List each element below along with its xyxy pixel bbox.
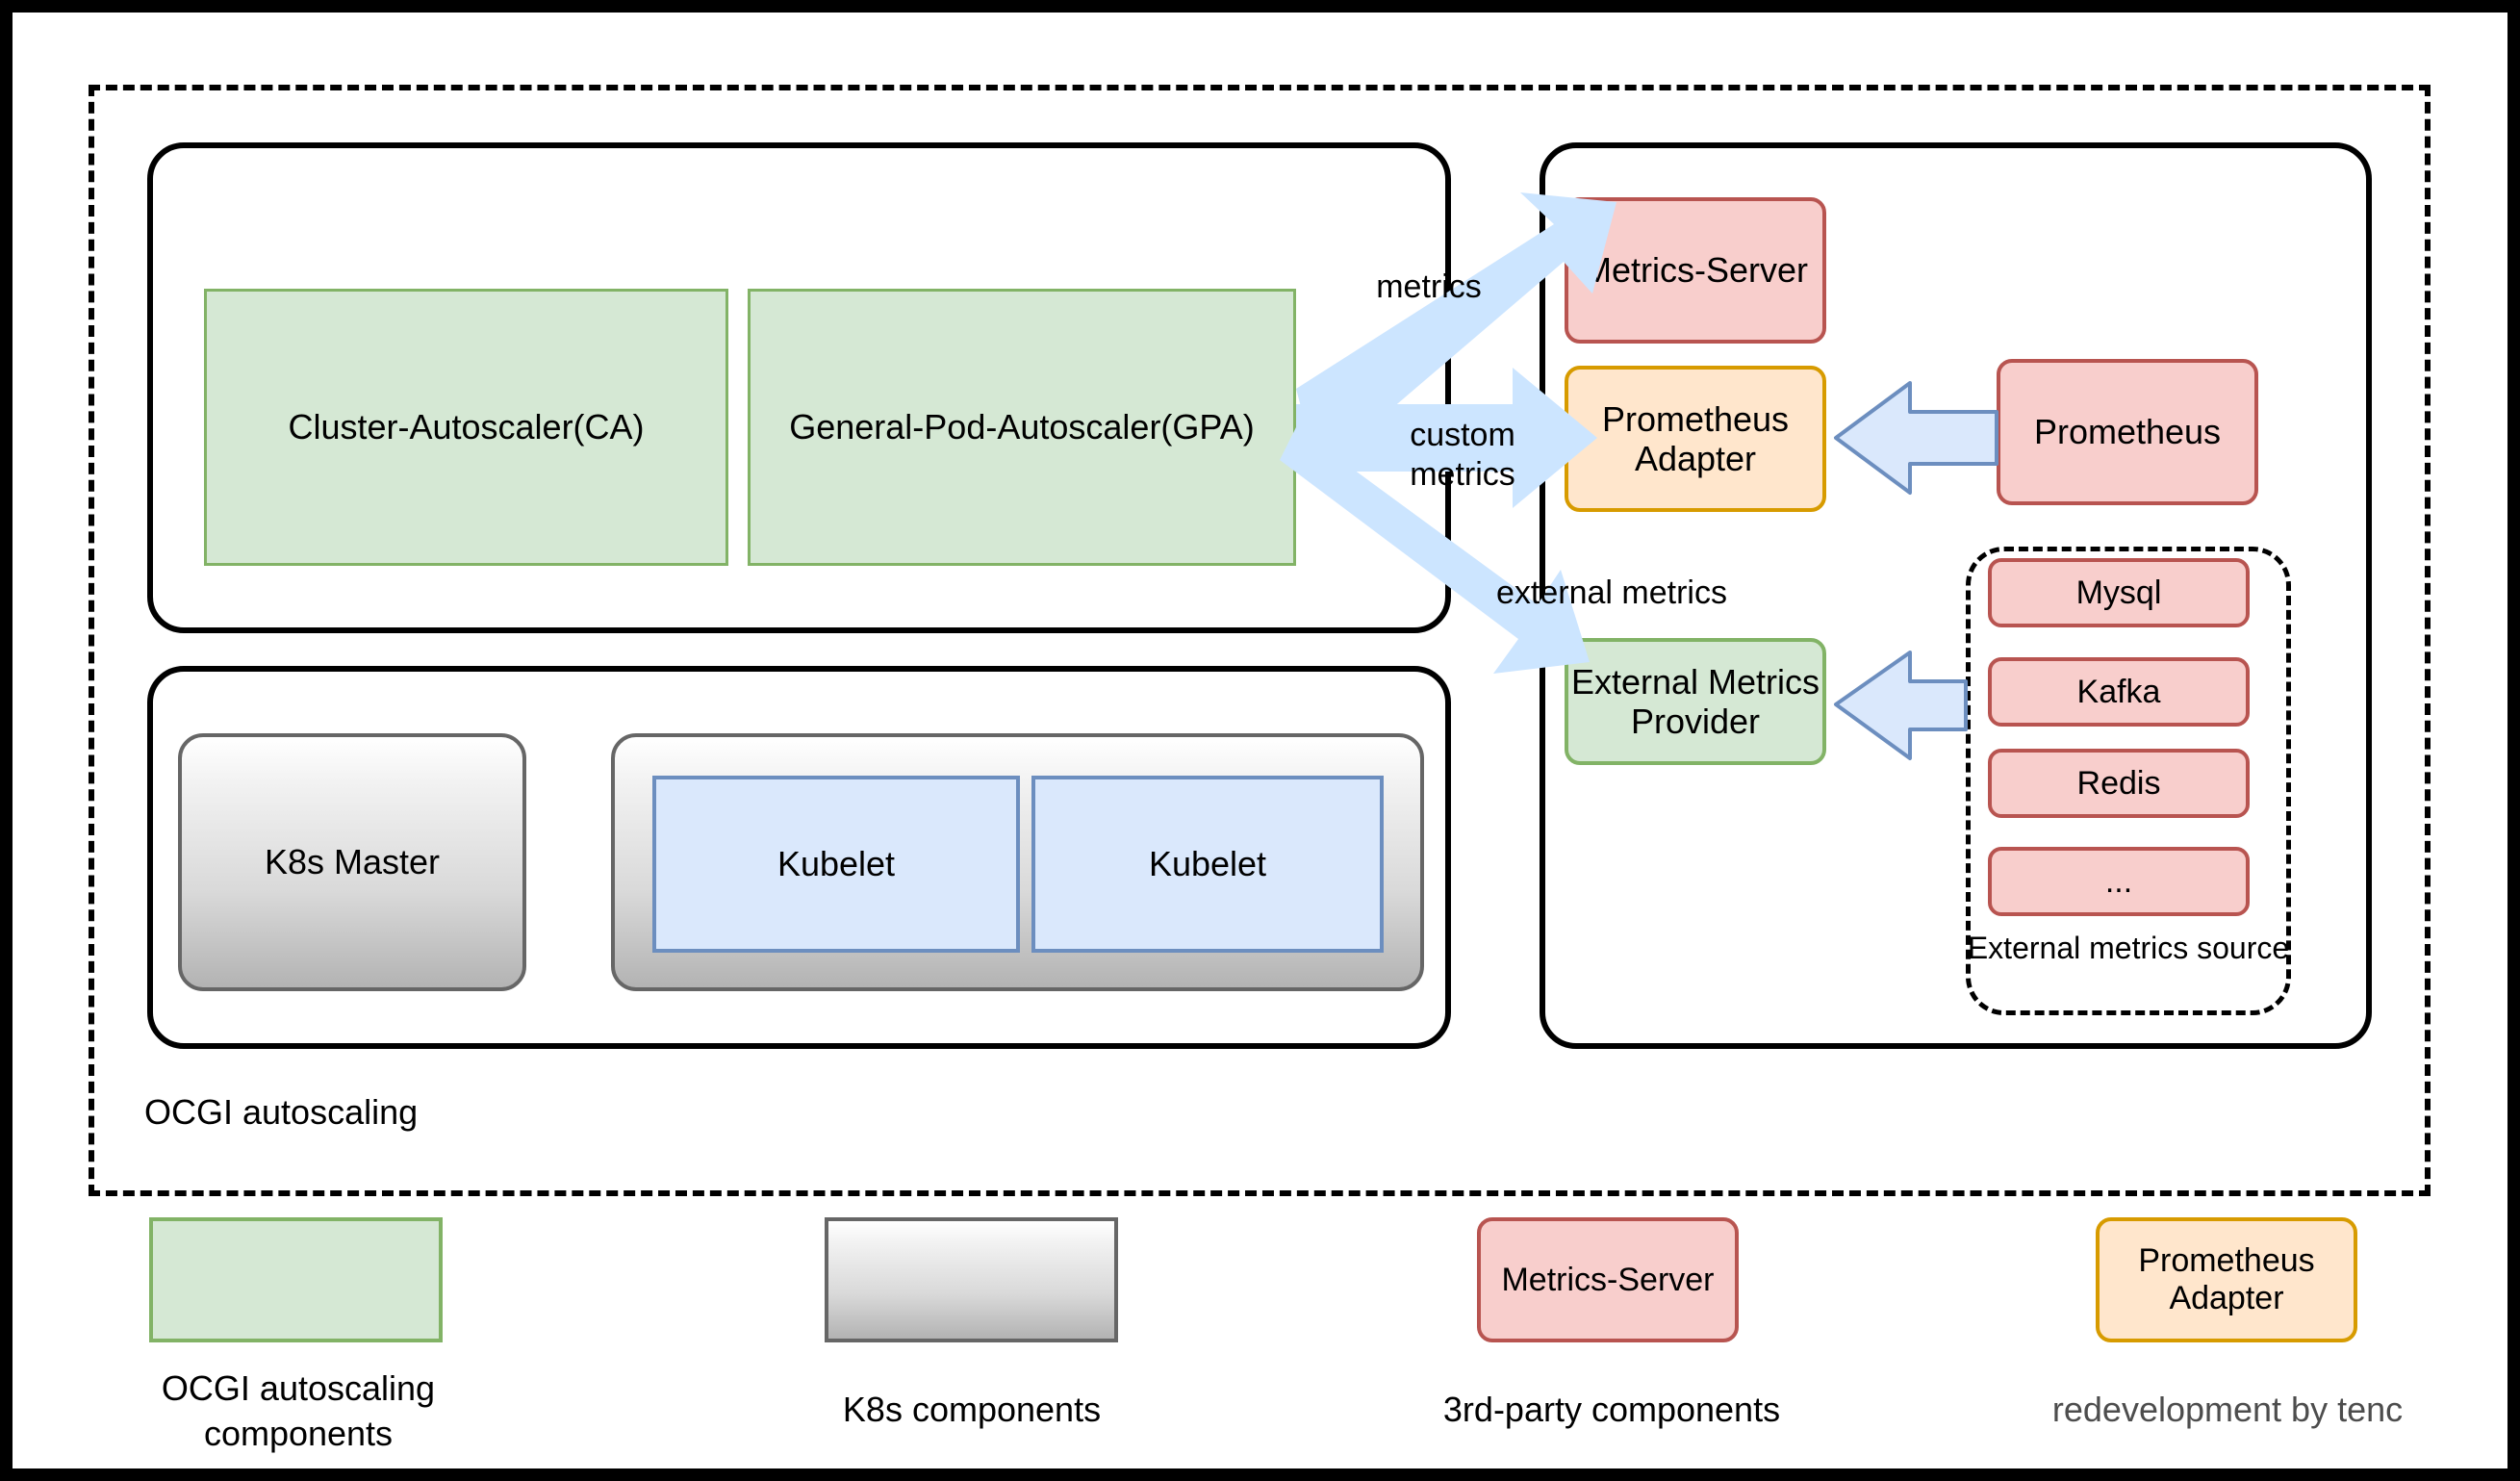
prometheus-adapter-label: Prometheus Adapter — [1601, 398, 1790, 478]
edge-label-custom-metrics: custom metrics — [1410, 417, 1515, 493]
legend-swatch-third-party-label: Metrics-Server — [1501, 1261, 1715, 1298]
external-metrics-source-caption: External metrics source — [1967, 931, 2290, 965]
prometheus-label: Prometheus — [2033, 412, 2222, 452]
general-pod-autoscaler-label: General-Pod-Autoscaler(GPA) — [789, 407, 1255, 447]
external-source-kafka-label: Kafka — [2076, 673, 2161, 710]
legend-swatch-ocgi — [149, 1217, 443, 1342]
legend-swatch-k8s — [825, 1217, 1118, 1342]
ocgi-autoscaling-boundary-label: OCGI autoscaling — [144, 1092, 419, 1132]
external-source-redis[interactable]: Redis — [1988, 749, 2250, 818]
kubelet-box-2[interactable]: Kubelet — [1031, 776, 1384, 953]
legend-swatch-redevelopment-label: Prometheus Adapter — [2138, 1241, 2315, 1316]
legend-swatch-redevelopment: Prometheus Adapter — [2096, 1217, 2357, 1342]
cluster-autoscaler-box[interactable]: Cluster-Autoscaler(CA) — [204, 289, 728, 566]
cluster-autoscaler-label: Cluster-Autoscaler(CA) — [288, 407, 645, 447]
external-source-redis-label: Redis — [2076, 764, 2161, 802]
external-source-more-label: ... — [2104, 862, 2133, 900]
external-source-mysql[interactable]: Mysql — [1988, 558, 2250, 627]
edge-label-metrics: metrics — [1376, 268, 1482, 305]
external-source-mysql-label: Mysql — [2075, 574, 2162, 611]
prometheus-box[interactable]: Prometheus — [1997, 359, 2258, 505]
general-pod-autoscaler-box[interactable]: General-Pod-Autoscaler(GPA) — [748, 289, 1296, 566]
legend-caption-k8s: K8s components — [842, 1390, 1102, 1429]
external-metrics-provider-label: External Metrics Provider — [1570, 661, 1820, 741]
k8s-master-box[interactable]: K8s Master — [178, 733, 526, 991]
legend-swatch-third-party: Metrics-Server — [1477, 1217, 1739, 1342]
prometheus-adapter-box[interactable]: Prometheus Adapter — [1565, 366, 1826, 512]
metrics-server-label: Metrics-Server — [1582, 250, 1809, 291]
kubelet-label-1: Kubelet — [776, 844, 896, 883]
external-source-more[interactable]: ... — [1988, 847, 2250, 916]
external-metrics-provider-box[interactable]: External Metrics Provider — [1565, 638, 1826, 765]
kubelet-box-1[interactable]: Kubelet — [652, 776, 1020, 953]
legend-caption-third-party: 3rd-party components — [1442, 1390, 1781, 1429]
external-source-kafka[interactable]: Kafka — [1988, 657, 2250, 727]
metrics-server-box[interactable]: Metrics-Server — [1565, 197, 1826, 344]
edge-label-external-metrics: external metrics — [1496, 575, 1727, 611]
legend-caption-ocgi: OCGI autoscaling components — [161, 1368, 436, 1453]
diagram-canvas: OCGI autoscaling Cluster-Autoscaler(CA) … — [0, 0, 2520, 1481]
legend-caption-redevelopment: redevelopment by tenc — [2051, 1390, 2404, 1429]
k8s-master-label: K8s Master — [264, 842, 441, 881]
kubelet-label-2: Kubelet — [1148, 844, 1267, 883]
